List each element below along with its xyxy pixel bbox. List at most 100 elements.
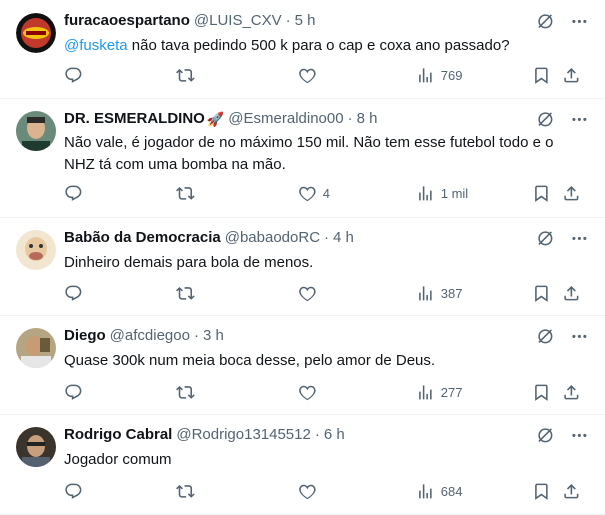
share-button[interactable] (562, 383, 581, 402)
display-name[interactable]: DR. ESMERALDINO (64, 109, 205, 129)
separator-dot: · (324, 229, 330, 246)
avatar-image (16, 427, 56, 467)
more-icon[interactable] (569, 109, 589, 129)
tweet-header: Rodrigo Cabral @Rodrigo13145512 · 6 h (64, 425, 345, 445)
tweet-text: Quase 300k num meia boca desse, pelo amo… (64, 352, 436, 369)
tweet[interactable]: furacaoespartano @LUIS_CXV · 5 h @fusket… (0, 0, 605, 99)
display-name[interactable]: Diego (64, 326, 106, 346)
timestamp[interactable]: 6 h (324, 425, 345, 445)
tweet[interactable]: Rodrigo Cabral @Rodrigo13145512 · 6 h Jo… (0, 415, 605, 515)
analytics-icon (419, 484, 432, 499)
reply-button[interactable] (64, 383, 83, 402)
more-icon[interactable] (569, 425, 589, 445)
bookmark-icon (535, 285, 548, 302)
user-handle[interactable]: @Esmeraldino00 (228, 109, 343, 129)
bookmark-button[interactable] (532, 284, 551, 303)
share-button[interactable] (562, 482, 581, 501)
user-handle[interactable]: @afcdiegoo (110, 326, 190, 346)
like-button[interactable] (298, 66, 323, 85)
display-name[interactable]: Rodrigo Cabral (64, 425, 172, 445)
grok-icon[interactable] (535, 425, 555, 445)
retweet-icon (176, 187, 195, 200)
like-button[interactable]: 4 (298, 184, 330, 203)
user-handle[interactable]: @LUIS_CXV (194, 11, 282, 31)
share-icon (564, 68, 579, 83)
tweet-header: Babão da Democracia @babaodoRC · 4 h (64, 228, 354, 248)
reply-button[interactable] (64, 482, 83, 501)
analytics-icon (419, 385, 432, 400)
grok-icon[interactable] (535, 228, 555, 248)
grok-icon[interactable] (535, 11, 555, 31)
retweet-button[interactable] (176, 482, 195, 501)
like-button[interactable] (298, 284, 323, 303)
rocket-emoji: 🚀 (206, 111, 225, 127)
share-button[interactable] (562, 184, 581, 203)
timestamp[interactable]: 3 h (203, 326, 224, 346)
avatar[interactable] (16, 111, 56, 151)
tweet[interactable]: Babão da Democracia @babaodoRC · 4 h Din… (0, 218, 605, 316)
tweet-text: Dinheiro demais para bola de menos. (64, 254, 314, 271)
like-button[interactable] (298, 383, 323, 402)
action-bar: 277 (64, 383, 593, 403)
views-button[interactable]: 684 (416, 482, 462, 501)
reply-button[interactable] (64, 66, 83, 85)
user-handle[interactable]: @babaodoRC (225, 228, 320, 248)
tweet-top-actions (535, 425, 589, 445)
reply-icon (65, 285, 82, 301)
views-button[interactable]: 1 mil (416, 184, 468, 203)
timestamp[interactable]: 4 h (333, 228, 354, 248)
heart-icon (299, 286, 316, 302)
tweet-top-actions (535, 326, 589, 346)
views-button[interactable]: 769 (416, 66, 462, 85)
views-button[interactable]: 277 (416, 383, 462, 402)
retweet-button[interactable] (176, 66, 195, 85)
timestamp[interactable]: 5 h (295, 11, 316, 31)
bookmark-button[interactable] (532, 383, 551, 402)
reply-feed: furacaoespartano @LUIS_CXV · 5 h @fusket… (0, 0, 605, 515)
avatar[interactable] (16, 230, 56, 270)
tweet[interactable]: Diego @afcdiegoo · 3 h Quase 300k num me… (0, 316, 605, 415)
share-icon (564, 286, 579, 301)
retweet-icon (176, 287, 195, 300)
retweet-icon (176, 386, 195, 399)
grok-icon[interactable] (535, 109, 555, 129)
analytics-icon (419, 186, 432, 201)
reply-button[interactable] (64, 284, 83, 303)
more-icon[interactable] (569, 326, 589, 346)
retweet-button[interactable] (176, 284, 195, 303)
views-button[interactable]: 387 (416, 284, 462, 303)
grok-icon[interactable] (535, 326, 555, 346)
bookmark-icon (535, 483, 548, 500)
bookmark-button[interactable] (532, 482, 551, 501)
retweet-button[interactable] (176, 383, 195, 402)
display-name[interactable]: Babão da Democracia (64, 228, 221, 248)
bookmark-button[interactable] (532, 66, 551, 85)
retweet-button[interactable] (176, 184, 195, 203)
tweet-body: não tava pedindo 500 k para o cap e coxa… (127, 37, 510, 54)
tweet-header: DR. ESMERALDINO 🚀 @Esmeraldino00 · 8 h (64, 109, 377, 129)
like-button[interactable] (298, 482, 323, 501)
tweet-top-actions (535, 11, 589, 31)
reply-icon (65, 384, 82, 400)
retweet-icon (176, 485, 195, 498)
timestamp[interactable]: 8 h (357, 109, 378, 129)
display-name[interactable]: furacaoespartano (64, 11, 190, 31)
more-icon[interactable] (569, 228, 589, 248)
more-icon[interactable] (569, 11, 589, 31)
reply-icon (65, 483, 82, 499)
avatar[interactable] (16, 427, 56, 467)
separator-dot: · (314, 426, 320, 443)
separator-dot: · (347, 110, 353, 127)
avatar[interactable] (16, 328, 56, 368)
avatar[interactable] (16, 13, 56, 53)
user-handle[interactable]: @Rodrigo13145512 (176, 425, 311, 445)
mention-link[interactable]: @fusketa (64, 37, 128, 54)
tweet-header: Diego @afcdiegoo · 3 h (64, 326, 224, 346)
tweet-top-actions (535, 109, 589, 129)
tweet-header: furacaoespartano @LUIS_CXV · 5 h (64, 11, 316, 31)
share-button[interactable] (562, 66, 581, 85)
tweet[interactable]: DR. ESMERALDINO 🚀 @Esmeraldino00 · 8 h N… (0, 99, 605, 218)
bookmark-button[interactable] (532, 184, 551, 203)
reply-button[interactable] (64, 184, 83, 203)
share-button[interactable] (562, 284, 581, 303)
